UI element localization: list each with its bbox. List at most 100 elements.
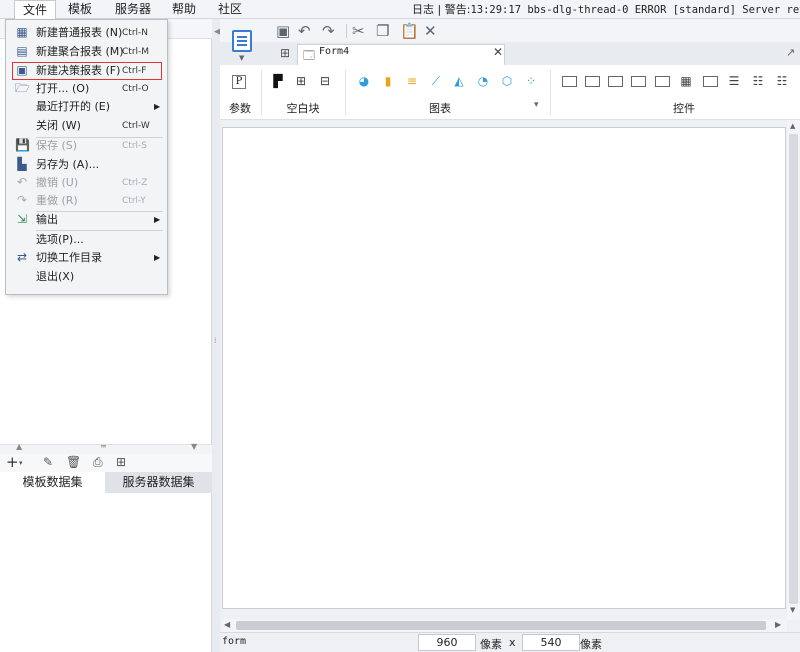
- combobox-widget-icon[interactable]: [631, 76, 646, 87]
- tab-list-icon[interactable]: ↗: [786, 46, 795, 59]
- ribbon-divider: [345, 70, 346, 115]
- delete-toolbar-icon[interactable]: ✕: [424, 22, 437, 40]
- add-dropdown-icon[interactable]: ▾: [19, 459, 23, 467]
- scroll-left-icon[interactable]: ◀: [224, 620, 230, 629]
- template-dropdown-icon[interactable]: ▼: [239, 54, 244, 62]
- line-chart-icon[interactable]: ⟋: [429, 74, 443, 88]
- splitter-grip-icon[interactable]: ⁞: [214, 336, 217, 345]
- canvas-height-input[interactable]: 540: [522, 634, 580, 651]
- paste-icon[interactable]: 📋: [400, 22, 419, 40]
- form-icon: 🗔: [303, 49, 315, 62]
- menu-item-close[interactable]: 关闭 (W) Ctrl-W: [12, 117, 162, 135]
- text-widget-icon[interactable]: [608, 76, 623, 87]
- menu-item-label: 另存为: [36, 158, 69, 171]
- menu-item-undo[interactable]: ↶ 撤销 (U) Ctrl-Z: [12, 174, 162, 192]
- decision-report-icon: ▣: [16, 63, 28, 77]
- menu-item-new-aggregate[interactable]: ▤ 新建聚合报表 (M) Ctrl-M: [12, 43, 162, 61]
- edit-dataset-icon[interactable]: ✎: [43, 455, 53, 469]
- folder-open-icon: 🗁: [15, 81, 30, 95]
- menu-item-open[interactable]: 🗁 打开... (O) Ctrl-O: [12, 80, 162, 98]
- menu-item-options[interactable]: 选项(P)...: [12, 231, 162, 249]
- menu-item-mnemonic: (N): [105, 26, 123, 39]
- scroll-up-icon[interactable]: ▲: [790, 122, 795, 130]
- grid-view-icon[interactable]: ⊞: [280, 46, 290, 60]
- copy-icon[interactable]: ❐: [376, 22, 389, 40]
- redo-toolbar-icon[interactable]: ↷: [322, 22, 335, 40]
- collapse-up-icon[interactable]: ▲: [16, 442, 22, 451]
- area-chart-icon[interactable]: ◭: [452, 74, 466, 88]
- save-as-icon: ▙: [17, 157, 27, 171]
- menu-item-export[interactable]: ⇲ 输出 ▶: [12, 211, 162, 229]
- menu-item-label: 撤销: [36, 176, 58, 189]
- cut-icon[interactable]: ✂: [352, 22, 365, 40]
- label-widget-icon[interactable]: [585, 76, 600, 87]
- menu-item-switch-workdir[interactable]: ⇄ 切换工作目录 ▶: [12, 249, 162, 267]
- grid-report-icon: ▦: [16, 25, 28, 39]
- checkbox-group-icon[interactable]: ☷: [775, 74, 789, 88]
- collapse-down-icon[interactable]: ▼: [191, 442, 197, 451]
- scroll-right-icon[interactable]: ▶: [775, 620, 781, 629]
- menu-item-save-as[interactable]: ▙ 另存为 (A)...: [12, 156, 162, 174]
- list-widget-icon[interactable]: ☷: [751, 74, 765, 88]
- bar-chart-icon[interactable]: ▮: [381, 74, 395, 88]
- menu-item-shortcut: Ctrl-S: [122, 141, 147, 151]
- menu-item-recent[interactable]: 最近打开的 (E) ▶: [12, 98, 162, 116]
- radar-chart-icon[interactable]: ⬡: [500, 74, 514, 88]
- scroll-down-icon[interactable]: ▼: [790, 606, 795, 614]
- close-tab-icon[interactable]: ✕: [493, 45, 503, 59]
- menu-file[interactable]: 文件: [14, 0, 57, 20]
- gauge-chart-icon[interactable]: ◔: [476, 74, 490, 88]
- scatter-chart-icon[interactable]: ⁘: [524, 74, 538, 88]
- menu-item-shortcut: Ctrl-Z: [122, 178, 148, 188]
- template-icon[interactable]: [232, 30, 252, 52]
- undo-toolbar-icon[interactable]: ↶: [298, 22, 311, 40]
- undo-icon: ↶: [16, 175, 28, 189]
- date-widget-icon[interactable]: ▦: [679, 74, 693, 88]
- vertical-scroll-thumb[interactable]: [789, 134, 798, 604]
- ribbon-divider: [261, 70, 262, 115]
- chart-expand-icon[interactable]: ▾: [534, 100, 539, 110]
- dropdown-tree-widget-icon[interactable]: [655, 76, 670, 87]
- textarea-widget-icon[interactable]: ☰: [727, 74, 741, 88]
- canvas-width-input[interactable]: 960: [418, 634, 476, 651]
- menu-help[interactable]: 帮助: [164, 0, 204, 19]
- preview-dataset-icon[interactable]: ⎙: [93, 455, 103, 470]
- drag-handle-icon[interactable]: ═: [101, 442, 106, 451]
- log-label[interactable]: 日志: [412, 3, 434, 16]
- horizontal-bar-icon[interactable]: ≡: [405, 74, 419, 88]
- add-dataset-icon[interactable]: +: [6, 453, 19, 471]
- tab-block-icon[interactable]: ⊞: [294, 74, 308, 88]
- menu-item-label: 新建普通报表: [36, 26, 102, 39]
- log-message: 13:29:17 bbs-dlg-thread-0 ERROR [standar…: [470, 4, 800, 16]
- menu-item-mnemonic: (O): [72, 82, 90, 95]
- number-widget-icon[interactable]: [703, 76, 718, 87]
- save-toolbar-icon[interactable]: ▣: [276, 22, 290, 40]
- tab-server-dataset[interactable]: 服务器数据集: [105, 472, 212, 493]
- menu-item-new-decision-report[interactable]: ▣ 新建决策报表 (F) Ctrl-F: [12, 62, 162, 80]
- log-area[interactable]: 日志 | 警告:13:29:17 bbs-dlg-thread-0 ERROR …: [412, 0, 800, 19]
- submenu-arrow-icon: ▶: [154, 253, 161, 262]
- menu-item-save[interactable]: 💾 保存 (S) Ctrl-S: [12, 137, 162, 155]
- blank-block-icon[interactable]: ▛: [271, 74, 285, 88]
- width-unit: 像素: [480, 638, 502, 651]
- dataset-param-icon[interactable]: ⊞: [116, 455, 126, 469]
- menu-community[interactable]: 社区: [210, 0, 250, 19]
- button-widget-icon[interactable]: [562, 76, 577, 87]
- design-canvas[interactable]: [222, 127, 786, 609]
- menu-item-redo[interactable]: ↷ 重做 (R) Ctrl-Y: [12, 192, 162, 210]
- pie-chart-icon[interactable]: ◕: [357, 74, 371, 88]
- delete-dataset-icon[interactable]: 🗑: [66, 455, 81, 469]
- log-warning-label: 警告:: [444, 3, 471, 16]
- menu-item-exit[interactable]: 退出(X): [12, 268, 162, 286]
- absolute-layout-icon[interactable]: ⊟: [318, 74, 332, 88]
- menu-template[interactable]: 模板: [60, 0, 100, 19]
- menu-server[interactable]: 服务器: [107, 0, 159, 19]
- tab-label: Form4: [319, 46, 350, 57]
- horizontal-scroll-thumb[interactable]: [236, 621, 766, 630]
- tab-template-dataset[interactable]: 模板数据集: [0, 472, 105, 493]
- save-icon: 💾: [15, 138, 30, 152]
- menu-item-mnemonic: (R): [61, 194, 78, 207]
- menu-item-mnemonic: (X): [58, 270, 75, 283]
- parameter-icon[interactable]: P: [232, 75, 246, 89]
- menu-item-new-report[interactable]: ▦ 新建普通报表 (N) Ctrl-N: [12, 24, 162, 42]
